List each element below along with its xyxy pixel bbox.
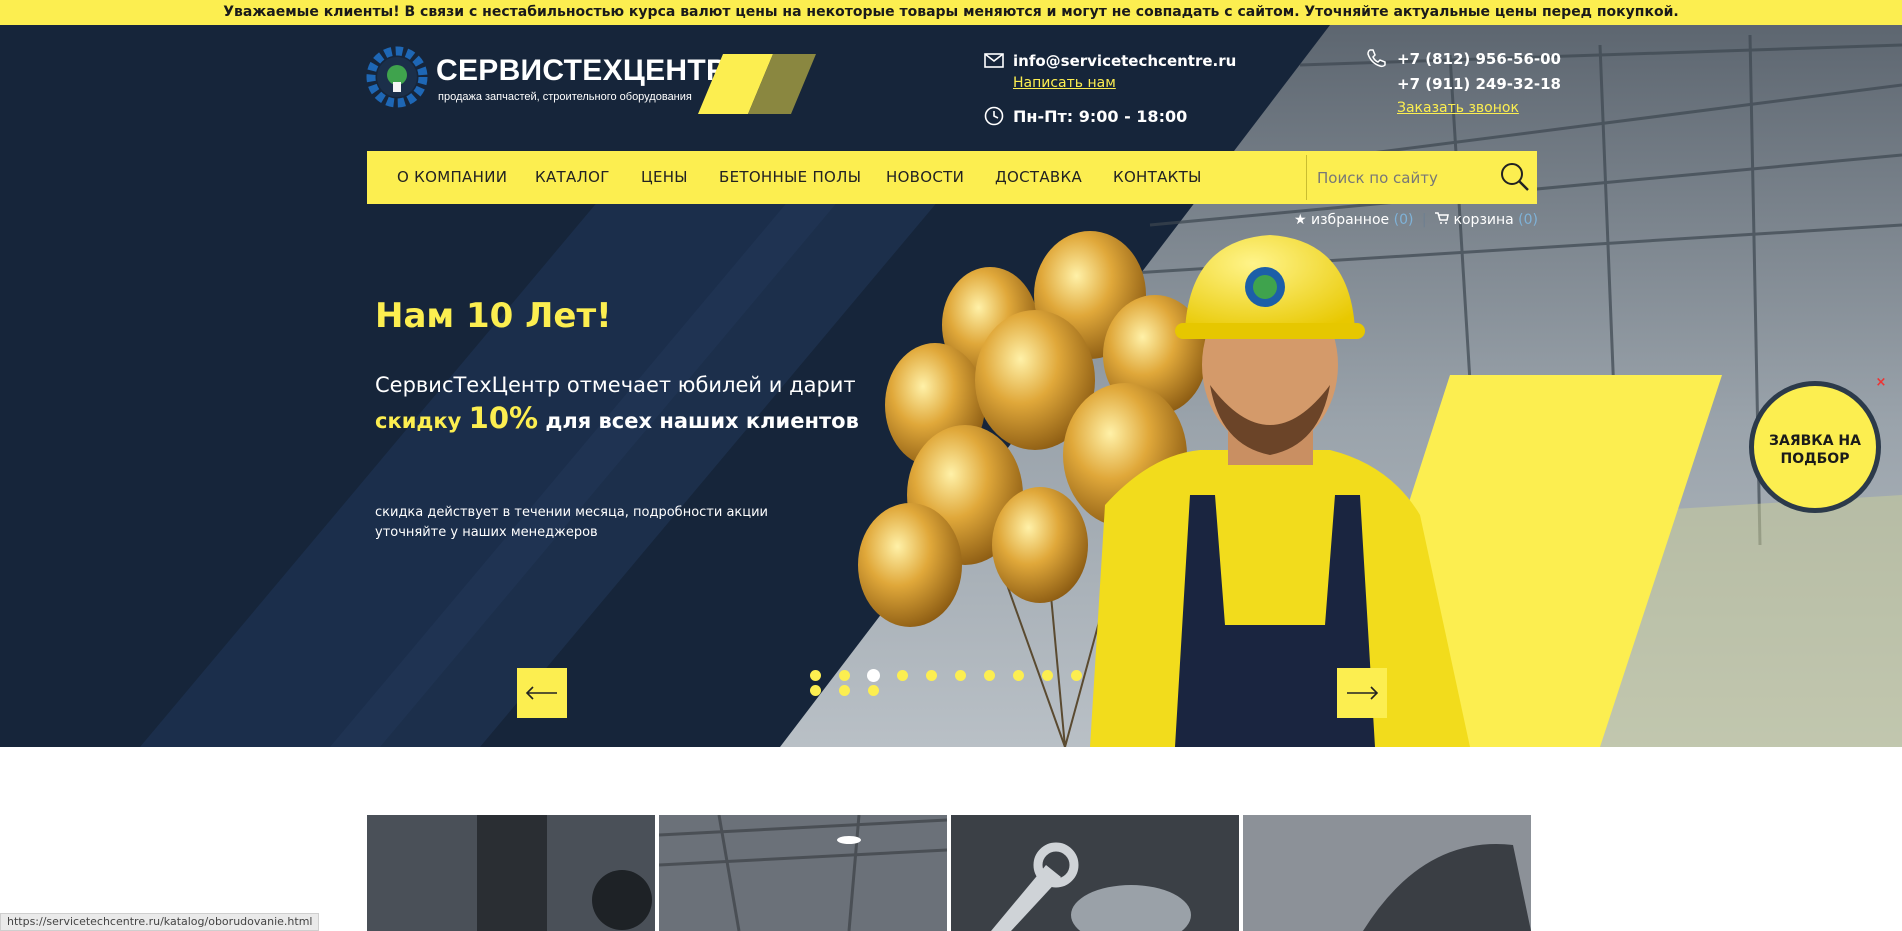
slider-dot[interactable] [984,670,995,681]
category-tile-1[interactable] [367,815,655,931]
slider-dot[interactable] [1071,670,1082,681]
category-tile-2[interactable] [659,815,947,931]
cart-count: (0) [1518,212,1539,228]
slider-dot[interactable] [955,670,966,681]
category-tile-4[interactable] [1243,815,1531,931]
nav-item-catalog[interactable]: КАТАЛОГ [535,151,610,204]
logo-subtitle: продажа запчастей, строительного оборудо… [438,91,692,103]
nav-item-news[interactable]: НОВОСТИ [886,151,964,204]
working-hours: Пн-Пт: 9:00 - 18:00 [1013,107,1188,126]
slider-dot[interactable] [1042,670,1053,681]
slider-next-button[interactable] [1337,668,1387,718]
logo-stripes-decoration [698,54,816,114]
hero-subtitle-line-1: СервисТехЦентр отмечает юбилей и дарит [375,373,856,397]
hero-title: Нам 10 Лет! [375,296,612,336]
logo[interactable]: СЕРВИСТЕХЦЕНТР продажа запчастей, строит… [366,46,726,112]
phone-icon [1367,49,1386,68]
main-navigation: О КОМПАНИИ КАТАЛОГ ЦЕНЫ БЕТОННЫЕ ПОЛЫ НО… [367,151,1537,204]
slider-dot[interactable] [810,685,821,696]
slider-dot[interactable] [839,670,850,681]
gear-logo-icon [366,46,428,108]
cart-label: корзина [1453,212,1514,228]
search-divider [1306,155,1307,200]
search-icon[interactable] [1497,159,1533,195]
star-icon: ★ [1294,212,1307,228]
nav-item-delivery[interactable]: ДОСТАВКА [995,151,1082,204]
cart-link[interactable]: корзина (0) [1435,212,1538,228]
currency-notice-banner: Уважаемые клиенты! В связи с нестабильно… [0,0,1902,25]
nav-item-prices[interactable]: ЦЕНЫ [641,151,688,204]
slider-dot[interactable] [1013,670,1024,681]
favorites-count: (0) [1393,212,1414,228]
favorites-link[interactable]: ★ избранное (0) [1294,212,1413,228]
hero-banner: СЕРВИСТЕХЦЕНТР продажа запчастей, строит… [0,25,1902,747]
nav-item-concrete-floors[interactable]: БЕТОННЫЕ ПОЛЫ [719,151,861,204]
request-callback-link[interactable]: Заказать звонок [1397,100,1519,116]
category-tiles [367,815,1533,931]
favorites-label: избранное [1311,212,1390,228]
hero-discount-word: скидку [375,409,462,433]
category-image-3 [951,815,1239,931]
clock-icon [984,106,1004,126]
browser-status-url: https://servicetechcentre.ru/katalog/obo… [0,913,320,931]
email-text[interactable]: info@servicetechcentre.ru [1013,52,1236,70]
links-divider: | [1421,212,1427,228]
slider-dot[interactable] [926,670,937,681]
hero-discount-tail: для всех наших клиентов [545,409,859,433]
slider-prev-button[interactable] [517,668,567,718]
phone-number-2[interactable]: +7 (911) 249-32-18 [1397,75,1561,93]
nav-item-contacts[interactable]: КОНТАКТЫ [1113,151,1202,204]
hero-discount-value: 10% [468,401,539,435]
search-input[interactable] [1317,161,1497,194]
category-tile-3[interactable] [951,815,1239,931]
close-icon[interactable]: × [1873,375,1889,391]
phone-number-1[interactable]: +7 (812) 956-56-00 [1397,50,1561,68]
hero-subtitle-line-2: скидку 10% для всех наших клиентов [375,401,859,435]
write-us-link[interactable]: Написать нам [1013,75,1116,91]
logo-title: СЕРВИСТЕХЦЕНТР [436,54,727,87]
slider-dot[interactable] [810,670,821,681]
category-image-1 [367,815,655,931]
arrow-left-icon [525,686,557,700]
slider-dot[interactable] [868,685,879,696]
arrow-right-icon [1347,686,1379,700]
nav-item-about[interactable]: О КОМПАНИИ [397,151,507,204]
selection-request-badge[interactable]: ЗАЯВКА НА ПОДБОР [1749,381,1881,513]
mail-icon [984,53,1004,68]
category-image-2 [659,815,947,931]
slider-dot[interactable] [897,670,908,681]
slider-dot[interactable] [839,685,850,696]
hero-background [0,25,1902,747]
hero-note: скидка действует в течении месяца, подро… [375,505,769,540]
user-links: ★ избранное (0) | корзина (0) [1294,212,1538,228]
slider-dot[interactable] [867,669,880,682]
category-image-4 [1243,815,1531,931]
cart-icon [1435,212,1449,224]
